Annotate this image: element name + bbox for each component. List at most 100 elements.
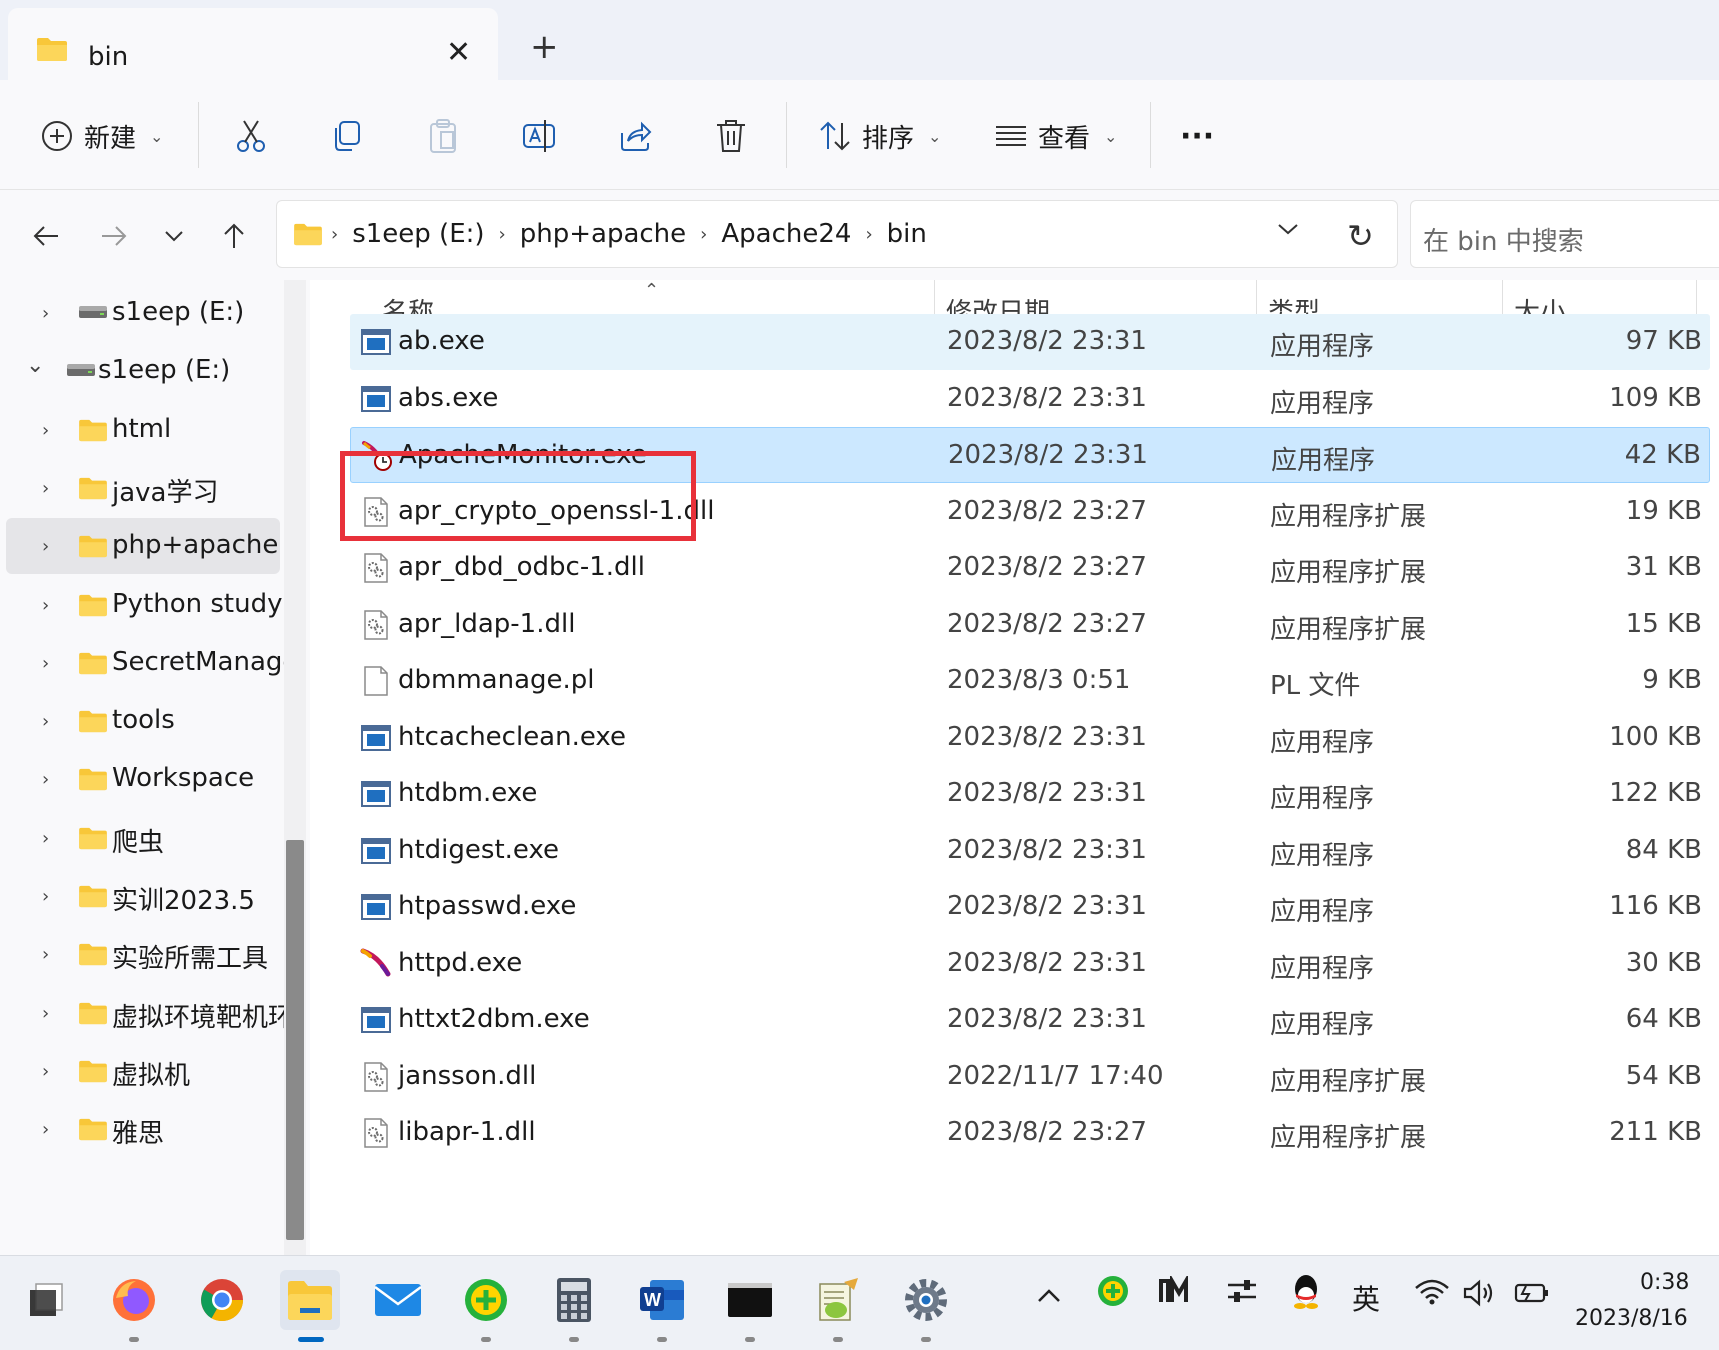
new-button[interactable]: 新建 ⌄: [40, 116, 163, 156]
file-row[interactable]: htdbm.exe 2023/8/2 23:31 应用程序 122 KB: [350, 766, 1710, 822]
tray-sliders-icon[interactable]: [1226, 1276, 1258, 1313]
tab-bin[interactable]: bin ✕: [8, 8, 498, 80]
nav-item-php-apache[interactable]: › php+apache: [6, 518, 280, 575]
nav-item-爬虫[interactable]: › 爬虫: [6, 810, 280, 866]
address-history-dropdown[interactable]: [1277, 221, 1299, 240]
chevron-right-icon[interactable]: ›: [42, 478, 49, 499]
task-view-button[interactable]: [16, 1270, 76, 1330]
battery-icon[interactable]: [1512, 1278, 1550, 1313]
nav-item-s1eep-e[interactable]: › s1eep (E:): [6, 285, 280, 341]
file-row[interactable]: jansson.dll 2022/11/7 17:40 应用程序扩展 54 KB: [350, 1049, 1710, 1105]
file-row[interactable]: apr_dbd_odbc-1.dll 2023/8/2 23:27 应用程序扩展 31…: [350, 540, 1710, 596]
taskbar-file-explorer[interactable]: [280, 1270, 340, 1342]
breadcrumb-item[interactable]: s1eep (E:): [352, 219, 484, 249]
view-button[interactable]: 查看 ⌄: [994, 116, 1117, 156]
chevron-right-icon[interactable]: ›: [42, 944, 49, 965]
file-name[interactable]: httpd.exe: [398, 948, 522, 978]
show-hidden-icons-button[interactable]: [1036, 1278, 1062, 1311]
file-name[interactable]: htcacheclean.exe: [398, 722, 626, 752]
rename-button[interactable]: [522, 116, 556, 156]
file-row[interactable]: abs.exe 2023/8/2 23:31 应用程序 109 KB: [350, 371, 1710, 427]
address-bar[interactable]: › s1eep (E:) › php+apache › Apache24 › b…: [276, 200, 1398, 268]
nav-item-实验所需工具[interactable]: › 实验所需工具: [6, 926, 280, 982]
paste-button[interactable]: [426, 116, 460, 156]
breadcrumb-item[interactable]: php+apache: [520, 219, 686, 249]
nav-item-tools[interactable]: › tools: [6, 693, 280, 749]
taskbar-calculator[interactable]: [544, 1270, 604, 1342]
nav-item-java学习[interactable]: › java学习: [6, 460, 280, 516]
nav-item-实训2023-5[interactable]: › 实训2023.5: [6, 868, 280, 924]
file-row[interactable]: htpasswd.exe 2023/8/2 23:31 应用程序 116 KB: [350, 879, 1710, 935]
taskbar-firefox[interactable]: [104, 1270, 164, 1342]
file-row[interactable]: httpd.exe 2023/8/2 23:31 应用程序 30 KB: [350, 936, 1710, 992]
nav-item-雅思[interactable]: › 雅思: [6, 1101, 280, 1157]
file-name[interactable]: libapr-1.dll: [398, 1117, 536, 1147]
nav-item-html[interactable]: › html: [6, 402, 280, 458]
back-button[interactable]: [26, 216, 66, 256]
file-name[interactable]: ab.exe: [398, 326, 485, 356]
file-name[interactable]: apr_dbd_odbc-1.dll: [398, 552, 645, 582]
chevron-right-icon[interactable]: ›: [42, 595, 49, 616]
clock-time[interactable]: 0:38: [1640, 1270, 1689, 1295]
chevron-right-icon[interactable]: ›: [499, 224, 506, 245]
taskbar-mail[interactable]: [368, 1270, 428, 1330]
chevron-right-icon[interactable]: ›: [42, 711, 49, 732]
file-name[interactable]: htdigest.exe: [398, 835, 559, 865]
chevron-right-icon[interactable]: ›: [865, 224, 872, 245]
chevron-right-icon[interactable]: ›: [42, 653, 49, 674]
close-tab-icon[interactable]: ✕: [446, 38, 471, 68]
taskbar-360-app[interactable]: [456, 1270, 516, 1342]
chevron-right-icon[interactable]: ›: [42, 886, 49, 907]
chevron-right-icon[interactable]: ›: [42, 828, 49, 849]
volume-icon[interactable]: [1462, 1278, 1498, 1315]
recent-locations-button[interactable]: [154, 216, 194, 256]
sort-button[interactable]: 排序 ⌄: [818, 116, 941, 156]
tray-app-icon[interactable]: [1158, 1273, 1192, 1313]
taskbar-terminal[interactable]: [720, 1270, 780, 1342]
chevron-right-icon[interactable]: ›: [42, 303, 49, 324]
up-button[interactable]: [214, 216, 254, 256]
refresh-icon[interactable]: ↻: [1347, 217, 1374, 255]
taskbar-settings[interactable]: [896, 1270, 956, 1342]
cut-button[interactable]: [234, 116, 268, 156]
forward-button[interactable]: [94, 216, 134, 256]
file-row[interactable]: htcacheclean.exe 2023/8/2 23:31 应用程序 100 KB: [350, 710, 1710, 766]
file-name[interactable]: httxt2dbm.exe: [398, 1004, 590, 1034]
file-name[interactable]: jansson.dll: [398, 1061, 536, 1091]
file-name[interactable]: abs.exe: [398, 383, 498, 413]
nav-item-workspace[interactable]: › Workspace: [6, 751, 280, 807]
nav-item-s1eep-e[interactable]: ⌄ s1eep (E:): [6, 343, 280, 399]
chevron-right-icon[interactable]: ›: [42, 420, 49, 441]
more-options-button[interactable]: ···: [1180, 116, 1214, 156]
new-tab-button[interactable]: +: [530, 30, 559, 64]
file-row[interactable]: htdigest.exe 2023/8/2 23:31 应用程序 84 KB: [350, 823, 1710, 879]
taskbar-notepad-plus[interactable]: [808, 1270, 868, 1342]
file-name[interactable]: dbmmanage.pl: [398, 665, 595, 695]
file-row[interactable]: libapr-1.dll 2023/8/2 23:27 应用程序扩展 211 KB: [350, 1105, 1710, 1161]
chevron-right-icon[interactable]: ›: [42, 769, 49, 790]
file-row[interactable]: httxt2dbm.exe 2023/8/2 23:31 应用程序 64 KB: [350, 992, 1710, 1048]
chevron-right-icon[interactable]: ›: [42, 536, 49, 557]
search-input[interactable]: 在 bin 中搜索: [1410, 200, 1719, 268]
nav-scrollbar-thumb[interactable]: [286, 840, 304, 1240]
file-name[interactable]: htpasswd.exe: [398, 891, 576, 921]
tray-360-icon[interactable]: [1096, 1274, 1130, 1315]
file-row[interactable]: apr_ldap-1.dll 2023/8/2 23:27 应用程序扩展 15 KB: [350, 597, 1710, 653]
chevron-right-icon[interactable]: ›: [42, 1003, 49, 1024]
file-row[interactable]: dbmmanage.pl 2023/8/3 0:51 PL 文件 9 KB: [350, 653, 1710, 709]
chevron-down-icon[interactable]: ⌄: [26, 353, 44, 378]
nav-item-secretmanage[interactable]: › SecretManage: [6, 635, 298, 691]
taskbar-word[interactable]: W: [632, 1270, 692, 1342]
tray-qq-icon[interactable]: [1290, 1272, 1322, 1317]
nav-item-虚拟机[interactable]: › 虚拟机: [6, 1043, 280, 1099]
ime-indicator[interactable]: 英: [1352, 1278, 1380, 1318]
delete-button[interactable]: [714, 116, 748, 156]
taskbar-chrome[interactable]: [192, 1270, 252, 1330]
copy-button[interactable]: [330, 116, 364, 156]
breadcrumb-item[interactable]: Apache24: [721, 219, 851, 249]
breadcrumb-item[interactable]: bin: [887, 219, 927, 249]
file-name[interactable]: apr_ldap-1.dll: [398, 609, 575, 639]
chevron-right-icon[interactable]: ›: [42, 1119, 49, 1140]
nav-item-虚拟环境靶机环[interactable]: › 虚拟环境靶机环: [6, 985, 294, 1041]
wifi-icon[interactable]: [1414, 1278, 1450, 1313]
